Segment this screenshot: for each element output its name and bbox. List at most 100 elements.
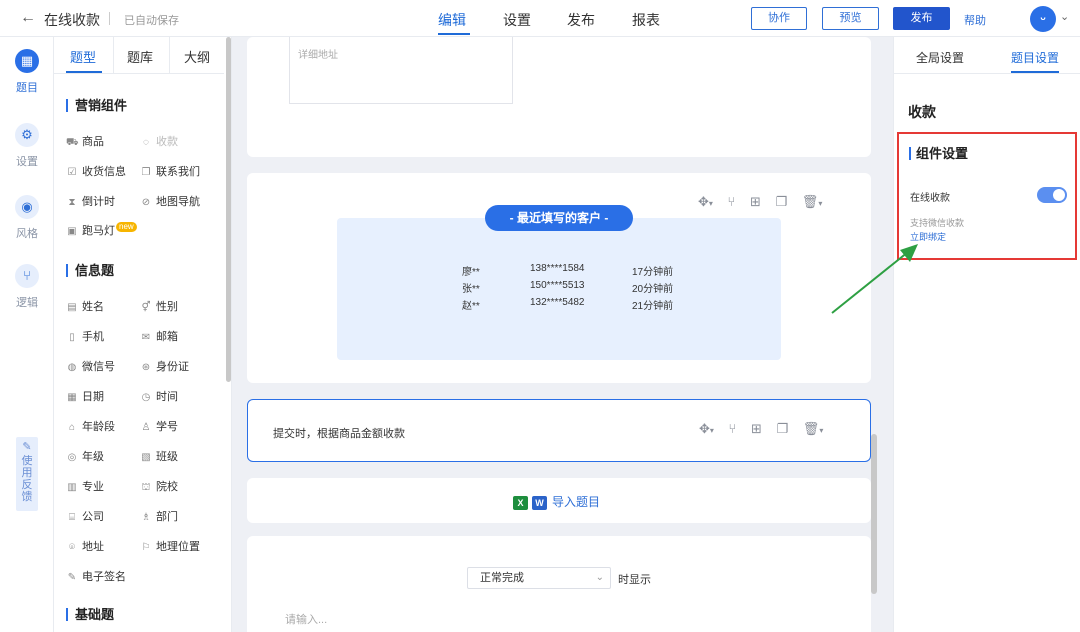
chat-icon: ❐ <box>141 167 151 178</box>
logic-branch-icon[interactable]: ⑂ <box>728 194 736 209</box>
copy-icon[interactable]: ❐ <box>777 421 789 436</box>
rail-item-style[interactable]: ◉ 风格 <box>0 195 54 241</box>
major-icon: ▥ <box>67 482 77 493</box>
online-payment-toggle[interactable] <box>1037 187 1067 203</box>
avatar[interactable]: ᵕ <box>1030 6 1056 32</box>
rail-item-settings[interactable]: ⚙ 设置 <box>0 123 54 169</box>
feedback-button[interactable]: ✎ 使用反馈 <box>16 437 38 511</box>
move-icon[interactable]: ✥▾ <box>699 421 714 436</box>
collaborate-button[interactable]: 协作 <box>751 7 807 30</box>
end-condition-card: 正常完成 ⌄ 时显示 请输入... <box>247 536 871 632</box>
component-gender[interactable]: ⚥ 性别 <box>140 298 178 314</box>
annotation-arrow-icon <box>831 244 918 314</box>
mail-icon: ✉ <box>141 332 151 343</box>
recent-name: 廖** <box>462 267 480 278</box>
address-question-card[interactable]: 详细地址 <box>247 37 871 157</box>
back-arrow-icon[interactable]: ← <box>20 9 36 27</box>
add-icon[interactable]: ⊞ <box>750 194 761 209</box>
copy-icon[interactable]: ❐ <box>776 194 788 209</box>
component-contact-us[interactable]: ❐ 联系我们 <box>140 163 200 179</box>
component-geolocation[interactable]: ⚐ 地理位置 <box>140 538 200 554</box>
delete-icon[interactable]: 🗑▾ <box>803 421 824 436</box>
tab-settings[interactable]: 设置 <box>503 10 531 30</box>
publish-button[interactable]: 发布 <box>893 7 950 30</box>
rail-item-logic[interactable]: ⑂ 逻辑 <box>0 264 54 310</box>
component-department[interactable]: ♗ 部门 <box>140 508 178 524</box>
component-company[interactable]: ⌸ 公司 <box>66 508 104 524</box>
component-time[interactable]: ◷ 时间 <box>140 388 178 404</box>
component-address[interactable]: ⌾ 地址 <box>66 538 104 554</box>
help-link[interactable]: 帮助 <box>964 12 986 28</box>
component-school[interactable]: ⛫ 院校 <box>140 478 178 495</box>
grid-icon: ▦ <box>15 49 39 73</box>
compass-icon: ⊘ <box>141 197 151 208</box>
component-age-range[interactable]: ⌂ 年龄段 <box>66 418 115 434</box>
component-shipping-info[interactable]: ☑ 收货信息 <box>66 163 126 179</box>
recent-phone: 150****5513 <box>530 280 585 291</box>
top-bar: ← 在线收款 已自动保存 编辑 设置 发布 报表 协作 预览 发布 帮助 ᵕ ⌄ <box>0 0 1080 37</box>
component-id-card[interactable]: ⊛ 身份证 <box>140 358 189 374</box>
tab-outline[interactable]: 大纲 <box>184 47 210 66</box>
hourglass-icon: ⧗ <box>68 197 76 208</box>
payment-question-card[interactable]: ✥▾ ⑂ ⊞ ❐ 🗑▾ - 最近填写的客户 - 廖** 138****1584 … <box>247 173 871 383</box>
text-input-placeholder[interactable]: 请输入... <box>285 611 327 627</box>
phone-icon: ▯ <box>69 332 75 343</box>
move-icon[interactable]: ✥▾ <box>698 194 713 209</box>
component-name[interactable]: ▤ 姓名 <box>66 298 104 314</box>
location-icon: ⌾ <box>69 542 75 553</box>
tab-reports[interactable]: 报表 <box>632 10 660 30</box>
tab-question-types[interactable]: 题型 <box>70 47 96 66</box>
component-product[interactable]: ⛟ 商品 <box>66 133 104 150</box>
edit-icon: ✎ <box>22 441 32 453</box>
component-marquee[interactable]: ▣ 跑马灯 new <box>66 222 137 238</box>
component-map-navigation[interactable]: ⊘ 地图导航 <box>140 193 200 209</box>
component-student-id[interactable]: ♙ 学号 <box>140 418 178 434</box>
active-tab-indicator <box>438 33 470 35</box>
recent-time: 21分钟前 <box>632 301 674 312</box>
component-wechat[interactable]: ◍ 微信号 <box>66 358 115 374</box>
component-class[interactable]: ▧ 班级 <box>140 448 178 464</box>
class-icon: ▧ <box>141 452 151 463</box>
form-canvas: 详细地址 ✥▾ ⑂ ⊞ ❐ 🗑▾ - 最近填写的客户 - 廖** 138****… <box>232 37 893 632</box>
delete-icon[interactable]: 🗑▾ <box>802 194 823 209</box>
idcard-icon: ⊛ <box>141 362 151 373</box>
tab-publish[interactable]: 发布 <box>567 10 595 30</box>
chevron-down-icon[interactable]: ⌄ <box>1060 10 1069 23</box>
tab-question-bank[interactable]: 题库 <box>127 47 153 66</box>
settings-panel: 全局设置 题目设置 收款 组件设置 在线收款 支持微信收款 立即绑定 <box>893 37 1080 632</box>
select-value: 正常完成 <box>480 572 524 584</box>
rail-item-questions[interactable]: ▦ 题目 <box>0 49 54 95</box>
rail-item-label: 题目 <box>16 82 38 94</box>
logic-icon: ⑂ <box>15 264 39 288</box>
section-info: 信息题 <box>66 264 114 277</box>
component-e-signature[interactable]: ✎ 电子签名 <box>66 568 126 584</box>
component-phone[interactable]: ▯ 手机 <box>66 328 104 344</box>
component-grade[interactable]: ◎ 年级 <box>66 448 104 464</box>
preview-button[interactable]: 预览 <box>822 7 879 30</box>
logic-branch-icon[interactable]: ⑂ <box>729 421 737 436</box>
import-card: X W 导入题目 <box>247 478 871 523</box>
tab-question-settings[interactable]: 题目设置 <box>1011 49 1059 66</box>
component-email[interactable]: ✉ 邮箱 <box>140 328 178 344</box>
component-countdown[interactable]: ⧗ 倒计时 <box>66 193 115 209</box>
tab-edit[interactable]: 编辑 <box>438 10 466 30</box>
pen-icon: ✎ <box>67 572 77 583</box>
active-tab-indicator <box>1011 71 1059 73</box>
settings-title: 收款 <box>908 104 936 120</box>
left-panel-scrollbar[interactable] <box>226 37 231 382</box>
question-type-panel: 题型 题库 大纲 营销组件 ⛟ 商品 ◌ 收款 ☑ 收货信息 ❐ 联系我们 ⧗ 倒计时 ⊘… <box>54 37 232 632</box>
end-condition-select[interactable]: 正常完成 ⌄ <box>467 567 611 589</box>
submit-payment-card[interactable]: 提交时，根据商品金额收款 ✥▾ ⑂ ⊞ ❐ 🗑▾ <box>247 399 871 462</box>
add-icon[interactable]: ⊞ <box>751 421 762 436</box>
component-major[interactable]: ▥ 专业 <box>66 478 104 494</box>
address-detail-input[interactable]: 详细地址 <box>289 37 513 104</box>
component-date[interactable]: ▦ 日期 <box>66 388 104 404</box>
component-settings-heading: 组件设置 <box>909 147 968 160</box>
feedback-label: 使用反馈 <box>21 455 33 503</box>
school-icon: ⛫ <box>141 482 151 493</box>
tab-global-settings[interactable]: 全局设置 <box>916 49 964 66</box>
import-questions-button[interactable]: X W 导入题目 <box>513 493 600 510</box>
canvas-scrollbar[interactable] <box>871 434 877 594</box>
save-status: 已自动保存 <box>124 15 179 27</box>
company-icon: ⌸ <box>69 512 75 523</box>
